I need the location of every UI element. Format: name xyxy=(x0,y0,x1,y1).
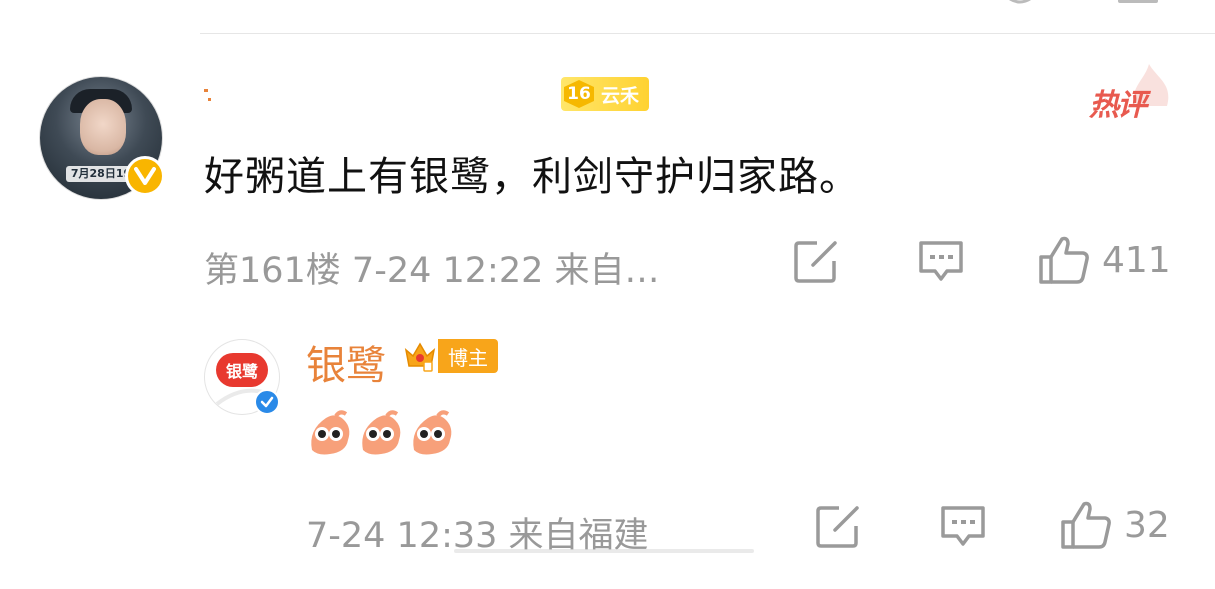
reply-meta: 7-24 12:33 来自福建 xyxy=(306,507,754,558)
reply-share-button[interactable] xyxy=(815,504,861,550)
level-number: 16 xyxy=(567,84,591,104)
emoji-face-icon xyxy=(413,410,452,455)
like-button[interactable]: 411 xyxy=(1038,235,1171,285)
crown-icon xyxy=(402,339,438,373)
thumbs-up-icon xyxy=(1061,501,1111,549)
top-icons-partial xyxy=(0,0,1215,4)
emoji-face-icon xyxy=(311,410,350,455)
vip-verified-icon xyxy=(125,156,165,196)
emoji-row xyxy=(306,410,455,456)
comment-text: 好粥道上有银鹭，利剑守护归家路。 xyxy=(204,154,860,200)
comment-meta: 第161楼 7-24 12:22 来自… xyxy=(204,251,660,291)
emoji-face-icon xyxy=(362,410,401,455)
level-number-icon: 16 xyxy=(561,77,597,111)
share-button[interactable] xyxy=(793,239,839,285)
face-shape xyxy=(80,99,126,155)
username-mark[interactable] xyxy=(204,88,216,101)
blogger-badge: 博主 xyxy=(402,339,498,373)
reply-like-count: 32 xyxy=(1124,504,1170,546)
brand-logo: 银鹭 xyxy=(216,353,268,387)
reply-username[interactable]: 银鹭 xyxy=(306,333,386,391)
divider xyxy=(200,33,1215,34)
reply-comment-button[interactable] xyxy=(939,504,987,550)
badge-label: 博主 xyxy=(438,339,498,373)
top-icons-svg xyxy=(1009,0,1158,4)
thumbs-up-icon xyxy=(1039,236,1089,284)
hot-label: 热评 xyxy=(1089,88,1147,123)
share-edit-icon xyxy=(816,506,859,548)
share-edit-icon xyxy=(794,241,837,283)
reply-like-button[interactable]: 32 xyxy=(1060,500,1170,550)
fan-level-badge[interactable]: 16 云禾 xyxy=(561,77,650,111)
comment-bubble-icon xyxy=(919,241,963,281)
like-count: 411 xyxy=(1102,239,1171,281)
verified-icon xyxy=(254,389,280,415)
comment-bubble-icon xyxy=(941,506,985,546)
hot-comment-badge: 热评 xyxy=(1089,60,1179,123)
watermark-strip xyxy=(454,549,754,553)
level-label: 云禾 xyxy=(601,84,640,107)
comment-button[interactable] xyxy=(917,239,965,285)
